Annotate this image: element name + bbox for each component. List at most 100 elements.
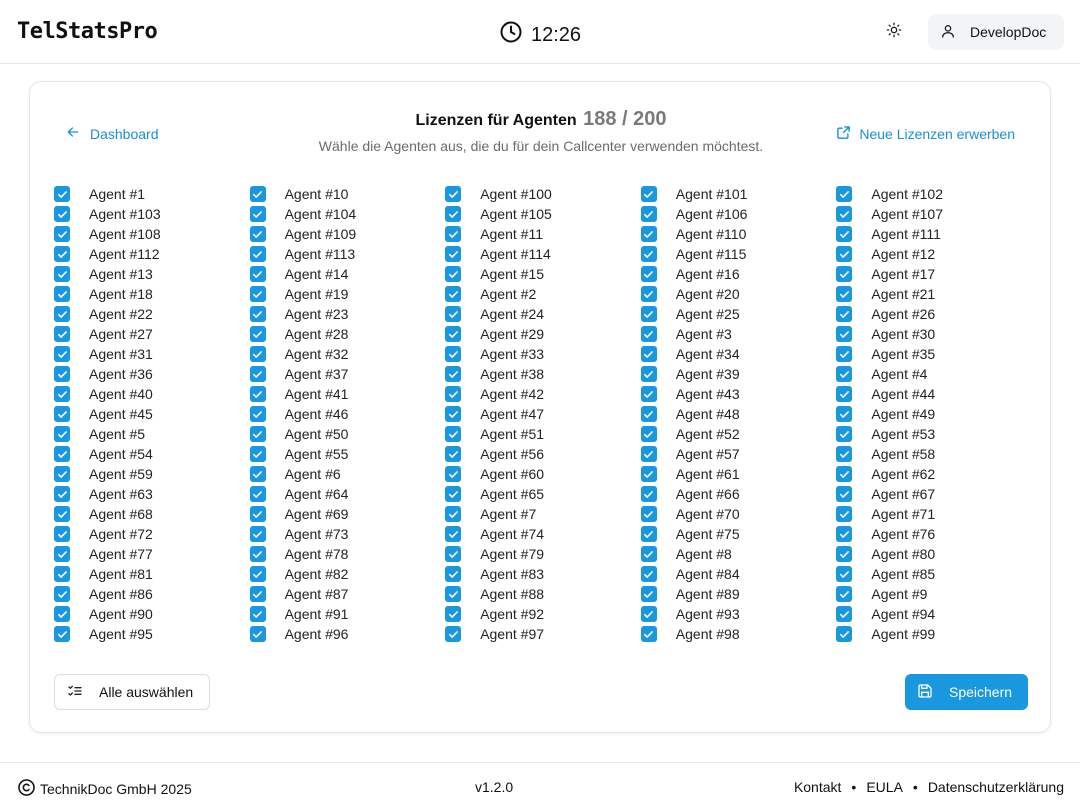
- checkbox[interactable]: [836, 586, 853, 602]
- agent-checkbox-item[interactable]: Agent #5: [54, 424, 250, 444]
- agent-checkbox-item[interactable]: Agent #72: [54, 524, 250, 544]
- agent-checkbox-item[interactable]: Agent #54: [54, 444, 250, 464]
- checkbox[interactable]: [54, 426, 70, 442]
- checkbox[interactable]: [54, 346, 70, 362]
- agent-checkbox-item[interactable]: Agent #55: [249, 444, 446, 464]
- agent-checkbox-item[interactable]: Agent #29: [445, 324, 641, 344]
- checkbox[interactable]: [640, 366, 657, 382]
- agent-checkbox-item[interactable]: Agent #108: [54, 224, 250, 244]
- agent-checkbox-item[interactable]: Agent #70: [640, 504, 837, 524]
- agent-checkbox-item[interactable]: Agent #18: [54, 284, 250, 304]
- checkbox[interactable]: [836, 446, 853, 462]
- agent-checkbox-item[interactable]: Agent #106: [640, 204, 837, 224]
- checkbox[interactable]: [249, 186, 266, 202]
- checkbox[interactable]: [445, 586, 462, 602]
- checkbox[interactable]: [54, 626, 70, 642]
- agent-checkbox-item[interactable]: Agent #22: [54, 304, 250, 324]
- checkbox[interactable]: [836, 506, 853, 522]
- agent-checkbox-item[interactable]: Agent #111: [836, 224, 1032, 244]
- checkbox[interactable]: [54, 386, 70, 402]
- agent-checkbox-item[interactable]: Agent #6: [249, 464, 446, 484]
- agent-checkbox-item[interactable]: Agent #52: [640, 424, 837, 444]
- save-button[interactable]: Speichern: [905, 674, 1028, 710]
- checkbox[interactable]: [54, 306, 70, 322]
- agent-checkbox-item[interactable]: Agent #45: [54, 404, 250, 424]
- checkbox[interactable]: [836, 286, 853, 302]
- checkbox[interactable]: [640, 546, 657, 562]
- checkbox[interactable]: [640, 466, 657, 482]
- agent-checkbox-item[interactable]: Agent #40: [54, 384, 250, 404]
- checkbox[interactable]: [54, 586, 70, 602]
- brand-logo[interactable]: TelStatsPro: [17, 19, 158, 44]
- agent-checkbox-item[interactable]: Agent #75: [640, 524, 837, 544]
- checkbox[interactable]: [249, 546, 266, 562]
- agent-checkbox-item[interactable]: Agent #15: [445, 264, 641, 284]
- checkbox[interactable]: [54, 446, 70, 462]
- agent-checkbox-item[interactable]: Agent #59: [54, 464, 250, 484]
- checkbox[interactable]: [445, 186, 462, 202]
- agent-checkbox-item[interactable]: Agent #86: [54, 584, 250, 604]
- agent-checkbox-item[interactable]: Agent #48: [640, 404, 837, 424]
- agent-checkbox-item[interactable]: Agent #93: [640, 604, 837, 624]
- agent-checkbox-item[interactable]: Agent #85: [836, 564, 1032, 584]
- checkbox[interactable]: [445, 626, 462, 642]
- agent-checkbox-item[interactable]: Agent #110: [640, 224, 837, 244]
- checkbox[interactable]: [836, 226, 853, 242]
- agent-checkbox-item[interactable]: Agent #46: [249, 404, 446, 424]
- checkbox[interactable]: [640, 526, 657, 542]
- checkbox[interactable]: [249, 466, 266, 482]
- agent-checkbox-item[interactable]: Agent #103: [54, 204, 250, 224]
- checkbox[interactable]: [54, 466, 70, 482]
- agent-checkbox-item[interactable]: Agent #56: [445, 444, 641, 464]
- agent-checkbox-item[interactable]: Agent #53: [836, 424, 1032, 444]
- checkbox[interactable]: [640, 426, 657, 442]
- checkbox[interactable]: [640, 246, 657, 262]
- agent-checkbox-item[interactable]: Agent #74: [445, 524, 641, 544]
- agent-checkbox-item[interactable]: Agent #100: [445, 184, 641, 204]
- checkbox[interactable]: [445, 446, 462, 462]
- checkbox[interactable]: [249, 206, 266, 222]
- checkbox[interactable]: [836, 306, 853, 322]
- checkbox[interactable]: [836, 206, 853, 222]
- checkbox[interactable]: [54, 546, 70, 562]
- agent-checkbox-item[interactable]: Agent #2: [445, 284, 641, 304]
- checkbox[interactable]: [54, 226, 70, 242]
- agent-checkbox-item[interactable]: Agent #33: [445, 344, 641, 364]
- checkbox[interactable]: [445, 226, 462, 242]
- checkbox[interactable]: [640, 306, 657, 322]
- agent-checkbox-item[interactable]: Agent #68: [54, 504, 250, 524]
- checkbox[interactable]: [836, 546, 853, 562]
- agent-checkbox-item[interactable]: Agent #63: [54, 484, 250, 504]
- agent-checkbox-item[interactable]: Agent #71: [836, 504, 1032, 524]
- agent-checkbox-item[interactable]: Agent #7: [445, 504, 641, 524]
- checkbox[interactable]: [836, 406, 853, 422]
- agent-checkbox-item[interactable]: Agent #14: [249, 264, 446, 284]
- checkbox[interactable]: [445, 366, 462, 382]
- agent-checkbox-item[interactable]: Agent #77: [54, 544, 250, 564]
- checkbox[interactable]: [249, 606, 266, 622]
- checkbox[interactable]: [836, 246, 853, 262]
- agent-checkbox-item[interactable]: Agent #104: [249, 204, 446, 224]
- checkbox[interactable]: [249, 446, 266, 462]
- checkbox[interactable]: [640, 586, 657, 602]
- agent-checkbox-item[interactable]: Agent #112: [54, 244, 250, 264]
- checkbox[interactable]: [640, 486, 657, 502]
- agent-checkbox-item[interactable]: Agent #49: [836, 404, 1032, 424]
- checkbox[interactable]: [445, 246, 462, 262]
- agent-checkbox-item[interactable]: Agent #23: [249, 304, 446, 324]
- agent-checkbox-item[interactable]: Agent #98: [640, 624, 837, 644]
- agent-checkbox-item[interactable]: Agent #38: [445, 364, 641, 384]
- checkbox[interactable]: [640, 266, 657, 282]
- agent-checkbox-item[interactable]: Agent #99: [836, 624, 1032, 644]
- checkbox[interactable]: [640, 406, 657, 422]
- checkbox[interactable]: [836, 386, 853, 402]
- checkbox[interactable]: [249, 426, 266, 442]
- agent-checkbox-item[interactable]: Agent #50: [249, 424, 446, 444]
- checkbox[interactable]: [445, 426, 462, 442]
- checkbox[interactable]: [249, 386, 266, 402]
- checkbox[interactable]: [54, 326, 70, 342]
- agent-checkbox-item[interactable]: Agent #51: [445, 424, 641, 444]
- checkbox[interactable]: [836, 366, 853, 382]
- agent-checkbox-item[interactable]: Agent #92: [445, 604, 641, 624]
- agent-checkbox-item[interactable]: Agent #96: [249, 624, 446, 644]
